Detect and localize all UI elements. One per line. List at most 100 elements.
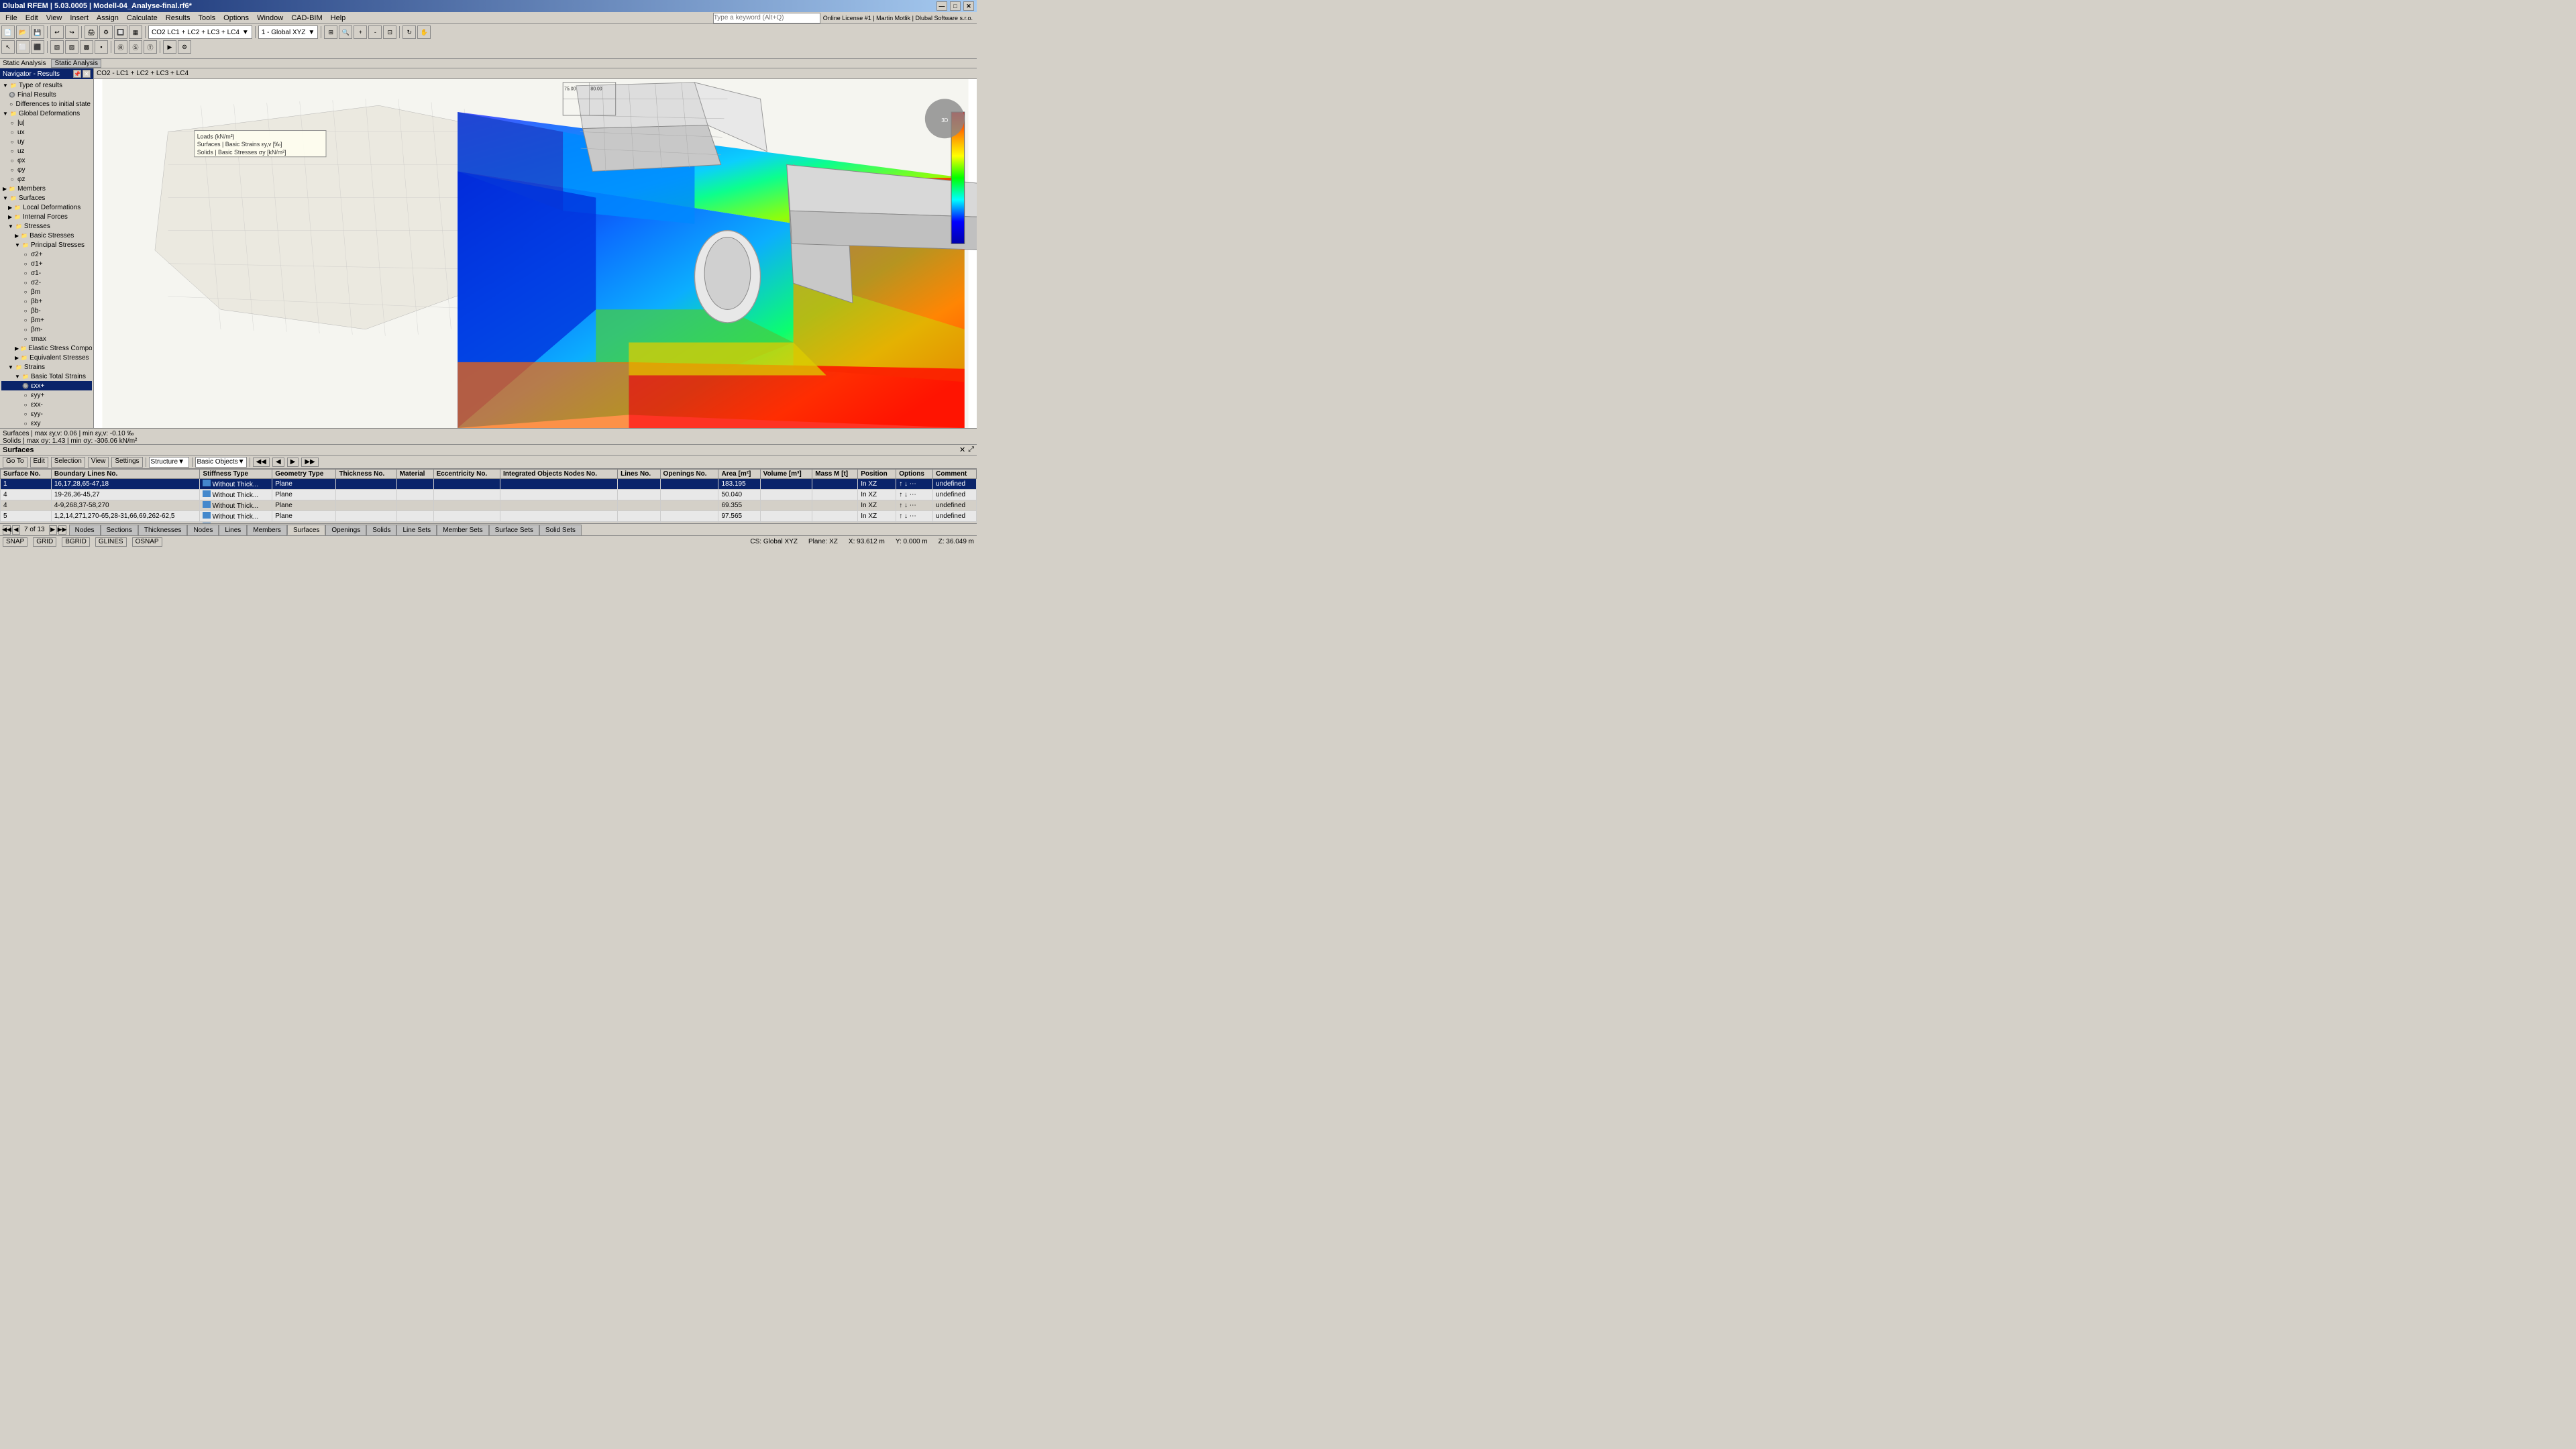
toolbar-display-1[interactable]: ▧ [50,40,64,54]
menu-edit[interactable]: Edit [21,13,42,23]
status-bgrid[interactable]: BGRID [62,537,90,547]
page-next-btn[interactable]: ▶ [49,525,57,535]
toolbar-results-2[interactable]: Ⓢ [129,40,142,54]
selection-button[interactable]: Selection [51,457,85,468]
toolbar-undo[interactable]: ↩ [50,25,64,39]
nav-basic-total-strains[interactable]: ▼ 📁 Basic Total Strains [1,372,92,381]
toolbar-display-4[interactable]: ▪ [95,40,108,54]
navigator-pin-btn[interactable]: 📌 [73,70,81,78]
load-combo-dropdown[interactable]: CO2 LC1 + LC2 + LC3 + LC4 ▼ [148,25,252,39]
nav-final-results[interactable]: 🔘 Final Results [1,90,92,99]
tab-openings[interactable]: Openings [325,525,366,535]
col-geometry-type[interactable]: Geometry Type [272,470,336,479]
nav-deform-py[interactable]: ○ φy [1,165,92,174]
nav-sigma2m[interactable]: ○ σ2- [1,278,92,287]
page-prev-btn[interactable]: ◀ [12,525,20,535]
col-eccentricity[interactable]: Eccentricity No. [433,470,500,479]
surfaces-table-container[interactable]: Surface No. Boundary Lines No. Stiffness… [0,469,977,523]
col-mass[interactable]: Mass M [t] [812,470,858,479]
nav-eyy-p[interactable]: ○ εyy+ [1,390,92,400]
tab-nodes[interactable]: Nodes [69,525,101,535]
basic-objects-dropdown[interactable]: Basic Objects ▼ [195,457,247,468]
nav-global-deformations[interactable]: ▼ 📁 Global Deformations [1,109,92,118]
nav-equiv-stresses[interactable]: ▶ 📁 Equivalent Stresses [1,353,92,362]
minimize-button[interactable]: — [936,1,947,11]
col-thickness[interactable]: Thickness No. [336,470,396,479]
table-nav-prev[interactable]: ◀ [272,458,284,467]
table-nav-next[interactable]: ▶ [287,458,299,467]
col-options[interactable]: Options [896,470,933,479]
toolbar-save[interactable]: 💾 [31,25,44,39]
col-openings[interactable]: Openings No. [660,470,718,479]
nav-surfaces[interactable]: ▼ 📁 Surfaces [1,193,92,203]
toolbar-pan[interactable]: ✋ [417,25,431,39]
tab-line-sets[interactable]: Line Sets [396,525,437,535]
edit-button[interactable]: Edit [30,457,48,468]
tab-members[interactable]: Members [247,525,287,535]
nav-deform-uz[interactable]: ○ uz [1,146,92,156]
menu-options[interactable]: Options [219,13,253,23]
surfaces-header-close-btn[interactable]: ✕ [959,445,965,454]
viewport-canvas[interactable]: 75.00 80.00 Loads (kN/m²) Surfaces | Bas… [94,79,977,428]
tab-nodes2[interactable]: Nodes [187,525,219,535]
menu-calculate[interactable]: Calculate [123,13,162,23]
menu-view[interactable]: View [42,13,66,23]
nav-type-of-results[interactable]: ▼ 📁 Type of results [1,80,92,90]
nav-exy[interactable]: ○ εxy [1,419,92,428]
surfaces-header-expand-btn[interactable]: ⤢ [968,445,974,454]
col-int-obj-nodes[interactable]: Integrated Objects Nodes No. [500,470,618,479]
status-grid[interactable]: GRID [33,537,56,547]
tab-surface-sets[interactable]: Surface Sets [489,525,539,535]
tab-lines[interactable]: Lines [219,525,247,535]
navigator-close-btn[interactable]: ✕ [83,70,91,78]
nav-internal-forces[interactable]: ▶ 📁 Internal Forces [1,212,92,221]
toolbar-results-3[interactable]: Ⓣ [144,40,157,54]
col-material[interactable]: Material [396,470,433,479]
table-nav-prev2[interactable]: ◀◀ [253,458,270,467]
tab-member-sets[interactable]: Member Sets [437,525,488,535]
status-glines[interactable]: GLINES [95,537,127,547]
menu-window[interactable]: Window [253,13,287,23]
table-row[interactable]: 5 1,2,14,271,270-65,28-31,66,69,262-62,5… [1,511,977,522]
col-area[interactable]: Area [m²] [718,470,760,479]
nav-principal-stresses[interactable]: ▼ 📁 Principal Stresses [1,240,92,250]
tab-solids[interactable]: Solids [366,525,396,535]
col-boundary-lines[interactable]: Boundary Lines No. [51,470,200,479]
settings-button[interactable]: Settings [111,457,142,468]
tab-sections[interactable]: Sections [101,525,138,535]
nav-sigma1m[interactable]: ○ σ1- [1,268,92,278]
nav-betam[interactable]: ○ βm [1,287,92,297]
nav-deform-pz[interactable]: ○ φz [1,174,92,184]
tab-solid-sets[interactable]: Solid Sets [539,525,582,535]
nav-sigma1p[interactable]: ○ σ1+ [1,259,92,268]
nav-deform-u[interactable]: ○ |u| [1,118,92,127]
nav-betamm[interactable]: ○ βm- [1,325,92,334]
nav-basic-stresses[interactable]: ▶ 📁 Basic Stresses [1,231,92,240]
toolbar-view-btn-2[interactable]: 🔍 [339,25,352,39]
toolbar-fit-all[interactable]: ⊡ [383,25,396,39]
toolbar-zoom-in[interactable]: + [354,25,367,39]
toolbar-select-box[interactable]: ⬜ [16,40,30,54]
toolbar-display-2[interactable]: ▨ [65,40,78,54]
menu-insert[interactable]: Insert [66,13,93,23]
nav-exx-m[interactable]: ○ εxx- [1,400,92,409]
toolbar-select[interactable]: ↖ [1,40,15,54]
nav-differences[interactable]: ○ Differences to initial state [1,99,92,109]
toolbar-new[interactable]: 📄 [1,25,15,39]
goto-button[interactable]: Go To [3,457,28,468]
table-row[interactable]: 1 16,17,28,65-47,18 Without Thick... Pla… [1,479,977,490]
toolbar-redo[interactable]: ↪ [65,25,78,39]
nav-sigma2p[interactable]: ○ σ2+ [1,250,92,259]
toolbar-btn-2[interactable]: 🔲 [114,25,127,39]
nav-strains[interactable]: ▼ 📁 Strains [1,362,92,372]
col-position[interactable]: Position [858,470,896,479]
nav-exx-p[interactable]: 🔘 εxx+ [1,381,92,390]
view-dropdown[interactable]: 1 - Global XYZ ▼ [258,25,319,39]
nav-eyy-m[interactable]: ○ εyy- [1,409,92,419]
toolbar-print[interactable]: 🖨 [85,25,98,39]
col-int-obj-lines[interactable]: Lines No. [618,470,660,479]
tab-thicknesses[interactable]: Thicknesses [138,525,188,535]
nav-members[interactable]: ▶ 📁 Members [1,184,92,193]
status-snap[interactable]: SNAP [3,537,28,547]
nav-deform-px[interactable]: ○ φx [1,156,92,165]
